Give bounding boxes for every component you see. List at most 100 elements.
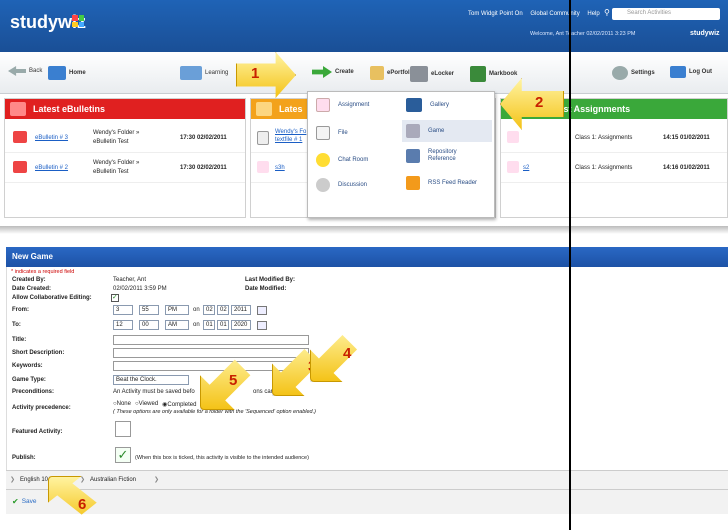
create-arrow-icon bbox=[312, 66, 332, 78]
markbook-label: Markbook bbox=[489, 71, 518, 77]
top-link-user[interactable]: Tom Widgit Point On bbox=[468, 11, 523, 17]
back-label: Back bbox=[29, 68, 43, 74]
ebulletin-icon bbox=[13, 161, 27, 173]
collab-checkbox[interactable]: ✓ bbox=[111, 294, 119, 302]
elocker-button[interactable]: eLocker bbox=[410, 66, 454, 82]
precedence-completed-radio[interactable]: ◉Completed bbox=[162, 401, 196, 408]
to-min-select[interactable]: 00 bbox=[139, 320, 159, 330]
radio-label: Viewed bbox=[138, 401, 159, 407]
menu-item-label: RSS Feed Reader bbox=[428, 180, 478, 186]
from-ampm-select[interactable]: PM bbox=[165, 305, 189, 315]
file-link[interactable]: s3h bbox=[275, 165, 285, 171]
logout-button[interactable]: Log Out bbox=[670, 66, 712, 78]
keywords-input[interactable] bbox=[113, 361, 309, 371]
radio-label: Completed bbox=[167, 402, 197, 408]
title-input[interactable] bbox=[113, 335, 309, 345]
file-link-sub[interactable]: textfile # 1 bbox=[275, 137, 302, 143]
assignment-icon bbox=[257, 161, 269, 173]
precedence-none-radio[interactable]: ○None bbox=[113, 401, 131, 408]
short-desc-label: Short Description: bbox=[12, 350, 65, 356]
breadcrumb: ❯ English 10A ❯ Australian Fiction ❯ bbox=[6, 470, 728, 490]
featured-label: Featured Activity: bbox=[12, 429, 63, 435]
menu-item-rss[interactable]: RSS Feed Reader bbox=[406, 172, 477, 194]
game-type-label: Game Type: bbox=[12, 377, 46, 383]
assignment-folder: Class 1: Assignments bbox=[575, 165, 633, 171]
to-month-input[interactable]: 01 bbox=[217, 320, 229, 330]
precedence-viewed-radio[interactable]: ○Viewed bbox=[135, 401, 158, 408]
assignment-time: 14:15 01/02/2011 bbox=[663, 135, 710, 141]
top-link-community[interactable]: Global Community bbox=[530, 11, 579, 17]
new-game-form: * indicates a required field Created By:… bbox=[6, 267, 728, 470]
create-button[interactable]: Create bbox=[312, 66, 354, 78]
to-hour-select[interactable]: 12 bbox=[113, 320, 133, 330]
date-created-label: Date Created: bbox=[12, 286, 52, 292]
list-item: eBulletin # 2 Wendy's Folder » eBulletin… bbox=[5, 153, 245, 183]
ebulletin-icon bbox=[13, 131, 27, 143]
assignment-icon bbox=[507, 131, 519, 143]
back-button[interactable]: Back bbox=[8, 66, 42, 76]
home-label: Home bbox=[69, 70, 86, 76]
required-note: * indicates a required field bbox=[11, 269, 75, 275]
from-month-input[interactable]: 02 bbox=[217, 305, 229, 315]
save-bar: ✔ Save bbox=[6, 490, 728, 514]
latest-files-title: Lates bbox=[279, 104, 303, 114]
menu-item-discussion[interactable]: Discussion bbox=[316, 174, 367, 196]
create-label: Create bbox=[335, 69, 354, 75]
from-hour-select[interactable]: 3 bbox=[113, 305, 133, 315]
to-day-input[interactable]: 01 bbox=[203, 320, 215, 330]
breadcrumb-item-fiction[interactable]: Australian Fiction bbox=[90, 477, 136, 483]
eportfolio-icon bbox=[370, 66, 384, 80]
menu-item-gallery[interactable]: Gallery bbox=[406, 94, 449, 116]
smiley-icon bbox=[316, 153, 330, 167]
save-button[interactable]: ✔ Save bbox=[12, 497, 37, 506]
top-link-help[interactable]: Help bbox=[587, 11, 599, 17]
from-day-input[interactable]: 02 bbox=[203, 305, 215, 315]
publish-label: Publish: bbox=[12, 455, 36, 461]
markbook-button[interactable]: Markbook bbox=[470, 66, 517, 82]
menu-item-game[interactable]: Game bbox=[402, 120, 492, 142]
from-year-input[interactable]: 2011 bbox=[231, 305, 251, 315]
top-links: Tom Widgit Point On Global Community Hel… bbox=[468, 11, 606, 17]
menu-item-assignment[interactable]: Assignment bbox=[316, 94, 369, 116]
menu-item-file[interactable]: File bbox=[316, 122, 348, 144]
ebulletin-folder: Wendy's Folder » bbox=[93, 160, 140, 166]
short-desc-input[interactable] bbox=[113, 348, 309, 358]
learning-icon bbox=[180, 66, 202, 80]
from-min-select[interactable]: 55 bbox=[139, 305, 159, 315]
brand-small: studywiz bbox=[690, 30, 720, 37]
logout-icon bbox=[670, 66, 686, 78]
to-label: To: bbox=[12, 322, 21, 328]
vertical-divider bbox=[569, 0, 571, 530]
from-calendar-icon[interactable] bbox=[257, 306, 267, 315]
home-button[interactable]: Home bbox=[48, 66, 86, 80]
game-icon bbox=[406, 124, 420, 138]
featured-checkbox[interactable] bbox=[115, 421, 131, 437]
main-nav: Back Home Learning Create ePortfolio eLo… bbox=[0, 52, 728, 94]
elocker-icon bbox=[410, 66, 428, 82]
game-type-select[interactable]: Beat the Clock. bbox=[113, 375, 189, 385]
logo-mark-icon bbox=[72, 15, 84, 27]
collab-label: Allow Collaborative Editing: bbox=[12, 295, 92, 301]
breadcrumb-item-english[interactable]: English 10A bbox=[20, 477, 52, 483]
file-icon bbox=[316, 126, 330, 140]
menu-item-chatroom[interactable]: Chat Room bbox=[316, 149, 368, 171]
settings-button[interactable]: Settings bbox=[612, 66, 655, 80]
precedence-options: ○None ○Viewed ◉Completed bbox=[113, 401, 196, 408]
to-calendar-icon[interactable] bbox=[257, 321, 267, 330]
ebulletin-link[interactable]: eBulletin # 2 bbox=[35, 165, 68, 171]
assignment-icon bbox=[316, 98, 330, 112]
menu-item-repository[interactable]: Repository Reference bbox=[406, 145, 472, 167]
eportfolio-button[interactable]: ePortfolio bbox=[370, 66, 415, 80]
assignment-link[interactable]: s2 bbox=[523, 165, 529, 171]
ebulletin-time: 17:30 02/02/2011 bbox=[180, 135, 227, 141]
to-year-input[interactable]: 2020 bbox=[231, 320, 251, 330]
ebulletin-link[interactable]: eBulletin # 3 bbox=[35, 135, 68, 141]
menu-item-label: Game bbox=[428, 128, 445, 134]
search-input[interactable]: Search Activities bbox=[612, 8, 720, 20]
to-ampm-select[interactable]: AM bbox=[165, 320, 189, 330]
file-link[interactable]: Wendy's Fo bbox=[275, 129, 306, 135]
publish-checkbox[interactable]: ✓ bbox=[115, 447, 131, 463]
top-header: studywiz Tom Widgit Point On Global Comm… bbox=[0, 0, 728, 52]
learning-button[interactable]: Learning bbox=[180, 66, 228, 80]
date-modified-label: Date Modified: bbox=[245, 286, 287, 292]
